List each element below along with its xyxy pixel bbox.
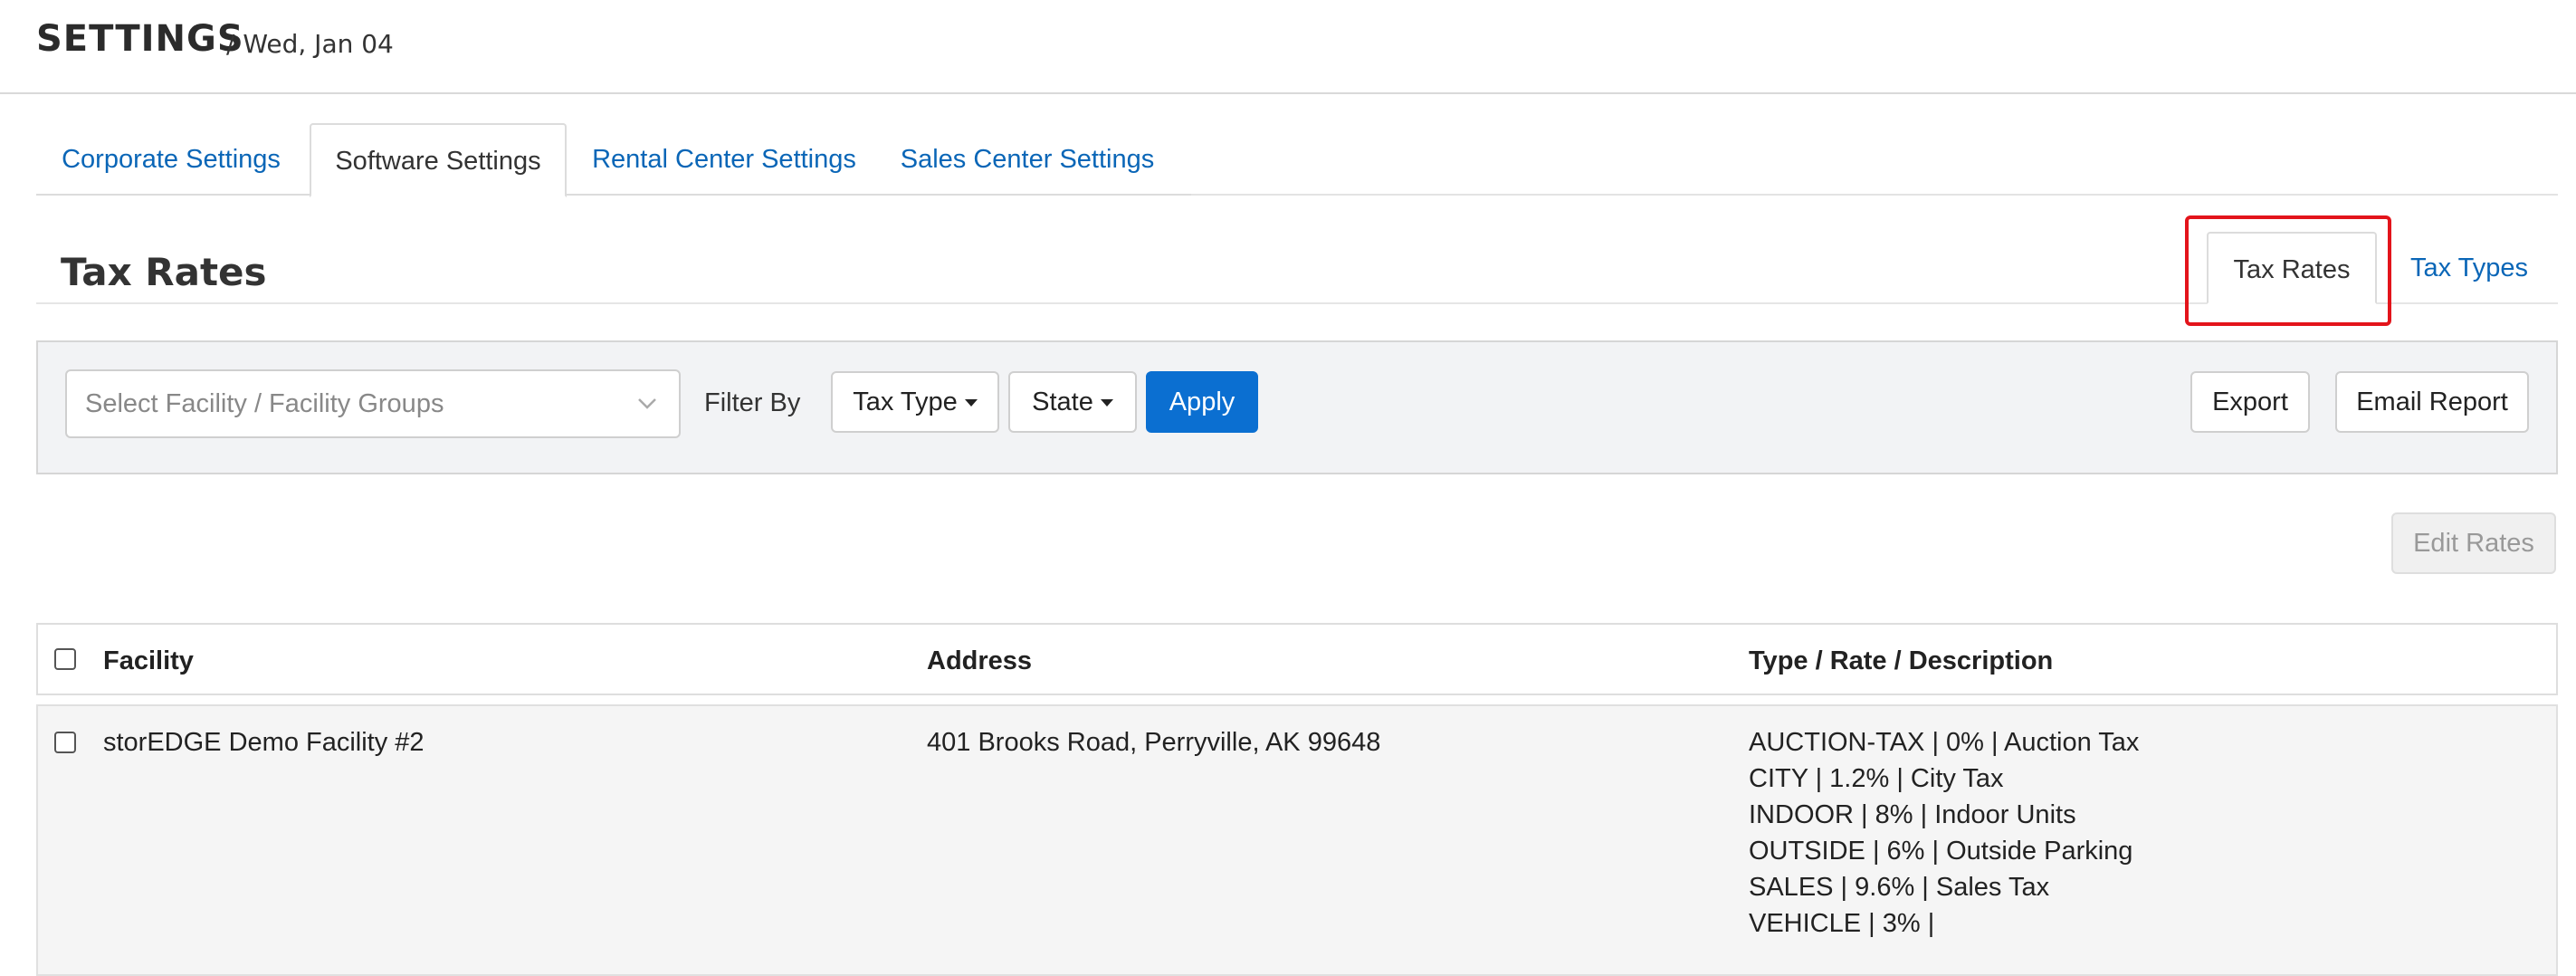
address-cell: 401 Brooks Road, Perryville, AK 99648 — [927, 728, 1381, 757]
state-label: State — [1032, 388, 1093, 416]
column-header-address: Address — [927, 646, 1033, 675]
filter-bar: Select Facility / Facility Groups Filter… — [36, 340, 2558, 474]
tab-corporate-settings[interactable]: Corporate Settings — [36, 123, 306, 196]
select-all-checkbox[interactable] — [54, 648, 76, 670]
caret-down-icon — [1100, 399, 1113, 407]
tab-sales-center-settings[interactable]: Sales Center Settings — [878, 123, 1177, 196]
filter-by-label: Filter By — [704, 388, 801, 417]
section-title: Tax Rates — [61, 250, 267, 294]
table-header: Facility Address Type / Rate / Descripti… — [36, 623, 2558, 695]
page-header: SETTINGS / Wed, Jan 04 — [0, 0, 2576, 94]
edit-rates-button[interactable]: Edit Rates — [2391, 512, 2556, 574]
highlight-annotation — [2185, 215, 2391, 326]
email-report-button[interactable]: Email Report — [2335, 371, 2529, 433]
tax-type-dropdown[interactable]: Tax Type — [831, 371, 999, 433]
chevron-down-icon — [638, 398, 656, 409]
rate-line: SALES | 9.6% | Sales Tax — [1749, 873, 2050, 902]
tax-type-label: Tax Type — [853, 388, 958, 416]
page-date: / Wed, Jan 04 — [226, 29, 394, 59]
facility-select[interactable]: Select Facility / Facility Groups — [65, 369, 681, 438]
subtab-tax-types[interactable]: Tax Types — [2397, 232, 2542, 304]
column-header-type-rate-description: Type / Rate / Description — [1749, 646, 2054, 675]
facility-cell: storEDGE Demo Facility #2 — [103, 728, 425, 757]
rate-line: CITY | 1.2% | City Tax — [1749, 764, 2004, 793]
table-row: storEDGE Demo Facility #2 401 Brooks Roa… — [36, 704, 2558, 976]
rate-line: AUCTION-TAX | 0% | Auction Tax — [1749, 728, 2140, 757]
section-divider — [36, 302, 2558, 304]
tax-rates-table: Facility Address Type / Rate / Descripti… — [36, 623, 2558, 976]
rate-line: OUTSIDE | 6% | Outside Parking — [1749, 837, 2133, 866]
column-header-facility: Facility — [103, 646, 194, 675]
facility-select-placeholder: Select Facility / Facility Groups — [85, 389, 444, 418]
rate-line: INDOOR | 8% | Indoor Units — [1749, 800, 2076, 829]
rates-cell: AUCTION-TAX | 0% | Auction Tax CITY | 1.… — [1749, 724, 2139, 942]
tab-software-settings[interactable]: Software Settings — [310, 123, 567, 197]
row-checkbox[interactable] — [54, 732, 76, 753]
caret-down-icon — [964, 399, 978, 407]
tab-rental-center-settings[interactable]: Rental Center Settings — [570, 123, 878, 196]
rate-line: VEHICLE | 3% | — [1749, 909, 1935, 938]
settings-tabs: Corporate Settings Software Settings Ren… — [36, 123, 2558, 197]
page-title: SETTINGS — [36, 18, 244, 60]
state-dropdown[interactable]: State — [1008, 371, 1137, 433]
export-button[interactable]: Export — [2190, 371, 2310, 433]
apply-button[interactable]: Apply — [1146, 371, 1258, 433]
